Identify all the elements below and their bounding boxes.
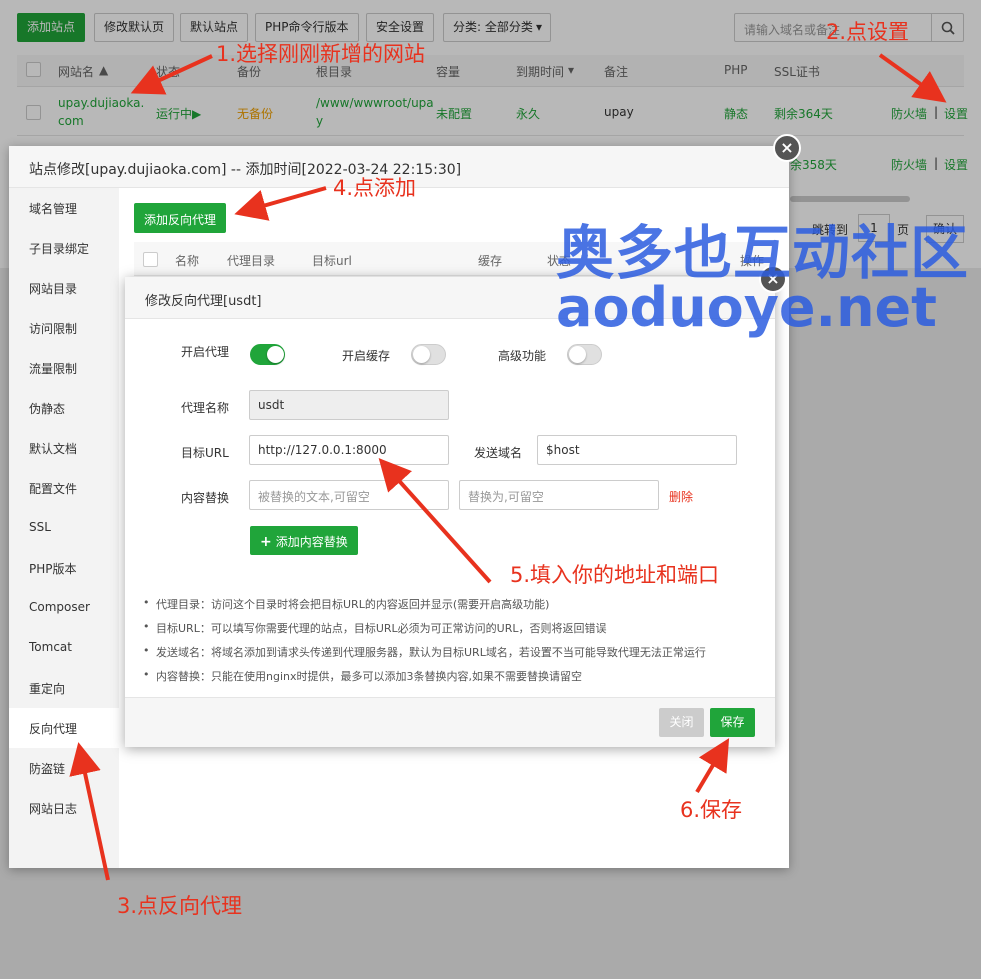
arrow-step2 bbox=[878, 53, 947, 103]
arrow-step6 bbox=[695, 738, 730, 794]
arrow-step1 bbox=[130, 54, 213, 95]
arrow-step4 bbox=[234, 186, 327, 221]
arrow-step5 bbox=[378, 458, 492, 584]
arrow-step3 bbox=[69, 742, 110, 881]
annotation-arrows bbox=[69, 53, 947, 881]
